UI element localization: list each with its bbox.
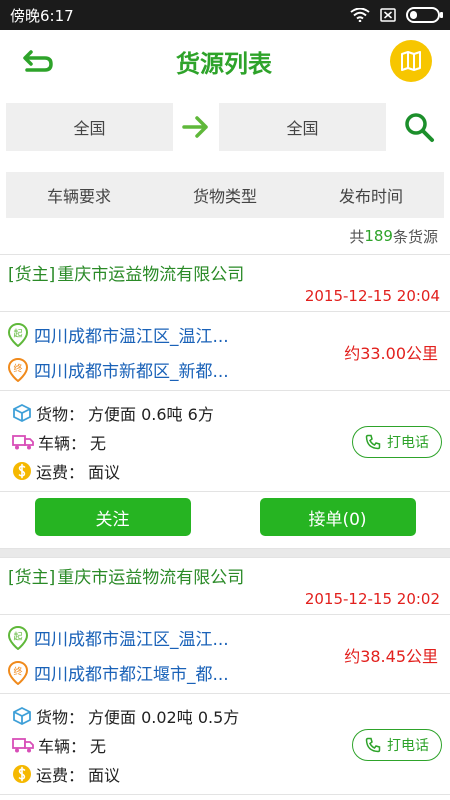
origin-place: 起 四川成都市温江区_温江...	[8, 322, 229, 347]
back-button[interactable]	[18, 41, 58, 81]
sim-blocked-icon	[380, 8, 396, 22]
status-time: 傍晚6:17	[10, 6, 74, 25]
svg-text:终: 终	[13, 362, 22, 374]
map-button[interactable]	[390, 40, 432, 82]
cargo-card[interactable]: [货主] 重庆市运益物流有限公司 2015-12-15 20:02 起 四川成都…	[0, 557, 450, 795]
arrow-right-icon	[181, 112, 211, 142]
search-icon	[405, 113, 434, 142]
truck-icon	[12, 738, 34, 753]
cargo-details: 货物： 方便面 0.02吨 0.5方 车辆：无 运费： 面议 打电话	[0, 694, 450, 795]
origin-pin-icon: 起	[8, 625, 28, 650]
cargo-details: 货物： 方便面 0.6吨 6方 车辆：无 运费： 面议 打电话	[0, 391, 450, 492]
company-name: [货主] 重庆市运益物流有限公司	[8, 560, 442, 590]
destination-selector[interactable]: 全国	[219, 103, 386, 151]
route-info: 起 四川成都市温江区_温江... 终 四川成都市新都区_新都... 约33.00…	[0, 312, 450, 391]
svg-text:起: 起	[13, 328, 22, 339]
origin-selector[interactable]: 全国	[6, 103, 173, 151]
route-bar: 全国 全国	[0, 92, 450, 162]
wifi-icon	[350, 8, 370, 22]
battery-icon	[406, 7, 443, 23]
accept-order-button[interactable]: 接单(0)	[259, 498, 416, 536]
box-icon	[13, 706, 31, 726]
freight-row: 运费： 面议	[12, 762, 239, 786]
svg-text:起: 起	[13, 631, 22, 642]
svg-text:终: 终	[13, 665, 22, 677]
box-icon	[13, 403, 31, 423]
total-number: 189	[364, 227, 393, 245]
vehicle-row: 车辆：无	[12, 430, 214, 454]
back-arrow-icon	[23, 50, 53, 72]
card-separator	[0, 549, 450, 557]
filter-bar: 车辆要求 货物类型 发布时间	[6, 172, 444, 218]
call-button[interactable]: 打电话	[352, 426, 442, 458]
goods-row: 货物： 方便面 0.02吨 0.5方	[12, 704, 239, 728]
company-name: [货主] 重庆市运益物流有限公司	[8, 257, 442, 287]
destination-place: 终 四川成都市都江堰市_都...	[8, 660, 229, 685]
goods-row: 货物： 方便面 0.6吨 6方	[12, 401, 214, 425]
publish-date: 2015-12-15 20:02	[304, 590, 440, 608]
cargo-card[interactable]: [货主] 重庆市运益物流有限公司 2015-12-15 20:04 起 四川成都…	[0, 254, 450, 549]
status-bar: 傍晚6:17	[0, 0, 450, 30]
page-title: 货源列表	[176, 49, 272, 78]
status-icons	[350, 7, 443, 23]
destination-place: 终 四川成都市新都区_新都...	[8, 357, 229, 382]
coin-icon	[13, 765, 31, 783]
card-header: [货主] 重庆市运益物流有限公司 2015-12-15 20:02	[0, 558, 450, 615]
phone-icon	[365, 434, 381, 450]
header: 货源列表	[0, 30, 450, 92]
filter-goods-type[interactable]: 货物类型	[193, 183, 257, 207]
publish-date: 2015-12-15 20:04	[304, 287, 440, 305]
phone-icon	[365, 737, 381, 753]
total-count: 共 189 条货源	[349, 227, 438, 246]
destination-pin-icon: 终	[8, 660, 28, 685]
map-icon	[401, 51, 421, 71]
vehicle-row: 车辆：无	[12, 733, 239, 757]
destination-pin-icon: 终	[8, 357, 28, 382]
distance: 约38.45公里	[344, 647, 438, 666]
follow-button[interactable]: 关注	[34, 498, 191, 536]
origin-pin-icon: 起	[8, 322, 28, 347]
search-button[interactable]	[394, 103, 444, 151]
origin-place: 起 四川成都市温江区_温江...	[8, 625, 229, 650]
coin-icon	[13, 462, 31, 480]
truck-icon	[12, 435, 34, 450]
filter-vehicle-requirement[interactable]: 车辆要求	[47, 183, 111, 207]
shipper-tag: [货主]	[8, 264, 56, 285]
card-header: [货主] 重庆市运益物流有限公司 2015-12-15 20:04	[0, 255, 450, 312]
distance: 约33.00公里	[344, 344, 438, 363]
filter-publish-time[interactable]: 发布时间	[339, 183, 403, 207]
route-info: 起 四川成都市温江区_温江... 终 四川成都市都江堰市_都... 约38.45…	[0, 615, 450, 694]
freight-row: 运费： 面议	[12, 459, 214, 483]
shipper-tag: [货主]	[8, 567, 56, 588]
card-actions: 关注 接单(0)	[0, 492, 450, 549]
call-button[interactable]: 打电话	[352, 729, 442, 761]
